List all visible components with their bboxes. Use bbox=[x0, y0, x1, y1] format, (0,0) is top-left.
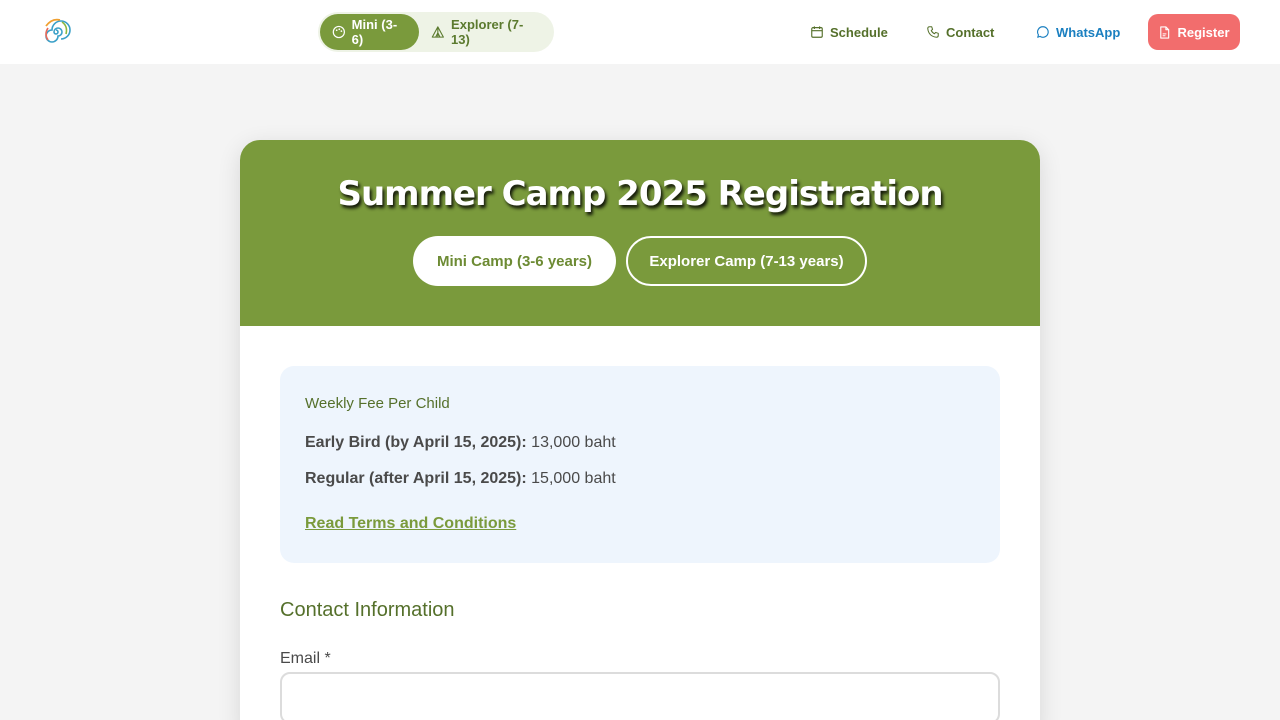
early-bird-value: 13,000 baht bbox=[531, 434, 616, 451]
early-bird-fee: Early Bird (by April 15, 2025): 13,000 b… bbox=[305, 434, 616, 452]
nav-whatsapp-link[interactable]: WhatsApp bbox=[1036, 14, 1120, 50]
age-toggle-mini-label: Mini (3-6) bbox=[351, 17, 398, 47]
contact-section-title: Contact Information bbox=[280, 599, 455, 621]
email-field[interactable] bbox=[280, 672, 1000, 720]
early-bird-label: Early Bird (by April 15, 2025): bbox=[305, 434, 527, 451]
fee-info-box: Weekly Fee Per Child Early Bird (by Apri… bbox=[280, 366, 1000, 563]
tent-icon bbox=[432, 26, 445, 38]
palette-icon bbox=[332, 25, 345, 39]
explorer-camp-button[interactable]: Explorer Camp (7-13 years) bbox=[626, 236, 867, 286]
top-navigation: Mini (3-6) Explorer (7-13) Schedule Cont… bbox=[0, 0, 1280, 64]
age-toggle-explorer-label: Explorer (7-13) bbox=[451, 17, 524, 47]
chat-bubble-icon bbox=[1037, 26, 1049, 38]
terms-link[interactable]: Read Terms and Conditions bbox=[305, 515, 516, 533]
fee-heading: Weekly Fee Per Child bbox=[305, 395, 450, 412]
regular-label: Regular (after April 15, 2025): bbox=[305, 470, 527, 487]
document-icon bbox=[1160, 25, 1170, 39]
card-header: Summer Camp 2025 Registration Mini Camp … bbox=[240, 140, 1040, 326]
nav-whatsapp-label: WhatsApp bbox=[1056, 24, 1121, 40]
age-group-toggle: Mini (3-6) Explorer (7-13) bbox=[318, 12, 554, 52]
register-button[interactable]: Register bbox=[1148, 14, 1240, 50]
nav-schedule-label: Schedule bbox=[830, 24, 888, 40]
age-toggle-explorer[interactable]: Explorer (7-13) bbox=[419, 14, 552, 50]
spiral-logo-icon[interactable] bbox=[40, 16, 72, 48]
email-label: Email * bbox=[280, 650, 331, 667]
nav-schedule-link[interactable]: Schedule bbox=[810, 14, 888, 50]
regular-fee: Regular (after April 15, 2025): 15,000 b… bbox=[305, 470, 616, 488]
nav-contact-link[interactable]: Contact bbox=[926, 14, 994, 50]
page-title: Summer Camp 2025 Registration bbox=[337, 174, 943, 214]
phone-icon bbox=[927, 26, 939, 38]
calendar-icon bbox=[811, 26, 823, 38]
registration-card: Summer Camp 2025 Registration Mini Camp … bbox=[240, 140, 1040, 720]
register-button-label: Register bbox=[1177, 24, 1230, 40]
nav-contact-label: Contact bbox=[946, 24, 995, 40]
age-toggle-mini[interactable]: Mini (3-6) bbox=[320, 14, 420, 50]
regular-value: 15,000 baht bbox=[531, 470, 616, 487]
mini-camp-button[interactable]: Mini Camp (3-6 years) bbox=[413, 236, 616, 286]
